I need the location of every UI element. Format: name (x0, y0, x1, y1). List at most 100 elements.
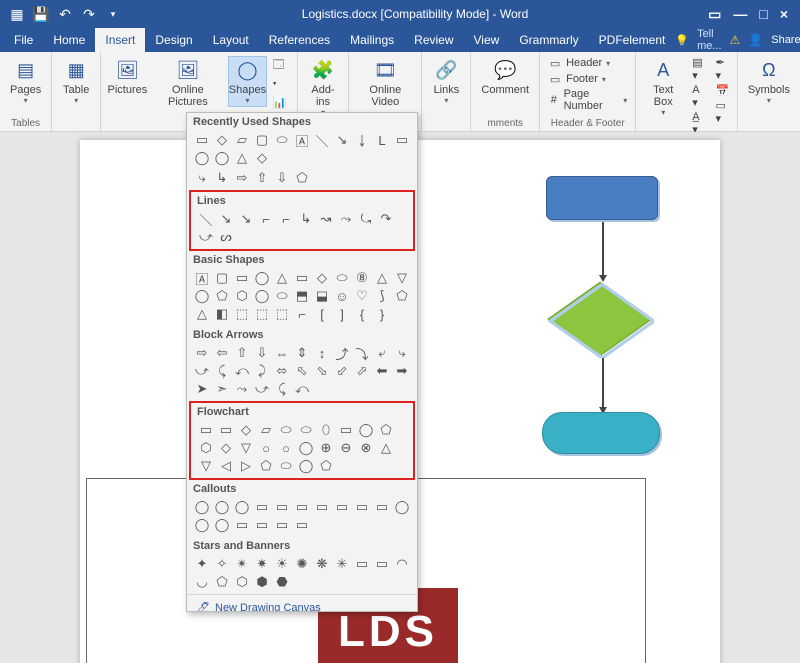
shape-option[interactable]: ↘ (237, 211, 255, 227)
shape-option[interactable]: △ (377, 440, 395, 456)
flowchart-decision-shape[interactable] (546, 280, 654, 358)
smartart-icon[interactable]: 🗔 ▾ (273, 56, 291, 94)
shape-option[interactable]: ⬡ (197, 440, 215, 456)
new-drawing-canvas[interactable]: 🖊 New Drawing Canvas (187, 594, 417, 612)
shape-option[interactable]: ✦ (193, 556, 211, 572)
shape-option[interactable]: ⤵ (353, 345, 371, 361)
shape-option[interactable]: ◯ (233, 499, 251, 515)
shape-option[interactable]: 🄰 (193, 270, 211, 286)
shape-option[interactable]: ⬠ (213, 288, 231, 304)
tab-design[interactable]: Design (145, 28, 202, 52)
shape-option[interactable]: △ (193, 306, 211, 322)
shape-option[interactable]: { (353, 306, 371, 322)
tab-file[interactable]: File (4, 28, 43, 52)
page-number-button[interactable]: #Page Number▾ (546, 88, 629, 112)
shape-option[interactable]: ▭ (233, 270, 251, 286)
shape-option[interactable]: 🄰 (293, 132, 311, 148)
shape-option[interactable]: ◇ (217, 440, 235, 456)
tab-pdfelement[interactable]: PDFelement (589, 28, 676, 52)
shape-option[interactable]: ▱ (257, 422, 275, 438)
shape-option[interactable]: ❋ (313, 556, 331, 572)
shape-option[interactable]: } (373, 306, 391, 322)
shape-option[interactable]: ⇧ (253, 170, 271, 186)
addins-button[interactable]: 🧩 Add-ins ▾ (304, 56, 343, 119)
shape-option[interactable]: ✴ (233, 556, 251, 572)
shape-option[interactable]: ⊕ (317, 440, 335, 456)
shape-option[interactable]: ⬃ (333, 363, 351, 379)
tab-grammarly[interactable]: Grammarly (509, 28, 588, 52)
shape-option[interactable]: [ (313, 306, 331, 322)
shape-option[interactable]: ▽ (393, 270, 411, 286)
shape-option[interactable]: ⤻ (197, 229, 215, 245)
shape-option[interactable]: ⤷ (193, 170, 211, 186)
shape-option[interactable]: ➤ (193, 381, 211, 397)
shape-option[interactable]: ▭ (353, 499, 371, 515)
shape-option[interactable]: ⬭ (277, 422, 295, 438)
shape-option[interactable]: ▭ (293, 499, 311, 515)
shape-option[interactable]: ◇ (237, 422, 255, 438)
tab-review[interactable]: Review (404, 28, 463, 52)
shape-option[interactable]: ▭ (393, 132, 411, 148)
shape-option[interactable]: L (373, 132, 391, 148)
shape-option[interactable]: ⤸ (253, 363, 271, 379)
shape-option[interactable]: ⬭ (273, 132, 291, 148)
shape-option[interactable]: ↳ (297, 211, 315, 227)
shape-option[interactable]: ▭ (193, 132, 211, 148)
shape-option[interactable]: ⬀ (353, 363, 371, 379)
save-icon[interactable]: 💾 (32, 5, 50, 23)
shape-option[interactable]: ⬚ (273, 306, 291, 322)
shape-option[interactable]: ▭ (293, 517, 311, 533)
shape-option[interactable]: ◯ (213, 517, 231, 533)
tab-references[interactable]: References (259, 28, 340, 52)
shape-option[interactable]: ⬭ (333, 270, 351, 286)
shape-option[interactable]: ▭ (197, 422, 215, 438)
share-button[interactable]: Share (771, 34, 800, 46)
shape-row[interactable]: 🄰▢▭◯△▭◇⬭⑧△▽◯⬠⬡◯⬭⬒⬓☺♡⟆⬠△◧⬚⬚⬚⌐[]{} (193, 268, 411, 324)
shape-option[interactable]: ◯ (393, 499, 411, 515)
tellme-icon[interactable]: 💡 (675, 34, 689, 47)
shape-option[interactable]: ⌐ (293, 306, 311, 322)
tab-home[interactable]: Home (43, 28, 95, 52)
shape-option[interactable]: ◯ (213, 499, 231, 515)
shape-option[interactable]: ⬭ (297, 422, 315, 438)
shape-option[interactable]: ◯ (297, 458, 315, 474)
shape-option[interactable]: ↷ (377, 211, 395, 227)
shape-option[interactable]: ⑧ (353, 270, 371, 286)
shape-option[interactable]: ⇧ (233, 345, 251, 361)
qat-dropdown-icon[interactable]: ▾ (104, 5, 122, 23)
flowchart-process-shape[interactable] (546, 176, 658, 220)
shape-option[interactable]: ⇩ (253, 345, 271, 361)
shape-option[interactable]: ◇ (213, 132, 231, 148)
shape-option[interactable]: ⬂ (313, 363, 331, 379)
shape-option[interactable]: ⬠ (213, 574, 231, 590)
shape-option[interactable]: ⤹ (213, 363, 231, 379)
tab-layout[interactable]: Layout (203, 28, 259, 52)
shape-option[interactable]: ＼ (313, 132, 331, 148)
shape-option[interactable]: ✧ (213, 556, 231, 572)
shape-row[interactable]: ＼↘↘⌐⌐↳↝⤳⤿↷⤻ᔕ (197, 209, 407, 247)
shape-option[interactable]: ◧ (213, 306, 231, 322)
shape-option[interactable]: ◇ (313, 270, 331, 286)
shape-option[interactable]: ⇨ (193, 345, 211, 361)
footer-button[interactable]: ▭Footer▾ (546, 72, 629, 86)
close-button[interactable]: × (780, 6, 788, 23)
shape-option[interactable]: ⤶ (373, 345, 391, 361)
shape-option[interactable]: ⬠ (257, 458, 275, 474)
shape-option[interactable]: ◯ (213, 150, 231, 166)
shape-option[interactable]: ◇ (253, 150, 271, 166)
shape-option[interactable]: ▭ (233, 517, 251, 533)
shape-option[interactable]: ✷ (253, 556, 271, 572)
links-button[interactable]: 🔗 Links ▾ (428, 56, 464, 107)
shape-row[interactable]: ✦✧✴✷☀✺❋✳▭▭◠◡⬠⬡⬢⬣ (193, 554, 411, 592)
shape-option[interactable]: ↝ (317, 211, 335, 227)
share-icon[interactable]: 👤 (748, 33, 763, 47)
shape-option[interactable]: ◯ (253, 270, 271, 286)
wordart-icon[interactable]: A ▾ (692, 84, 707, 109)
shape-option[interactable]: ↳ (213, 170, 231, 186)
shape-option[interactable]: ⊖ (337, 440, 355, 456)
tab-insert[interactable]: Insert (95, 28, 145, 52)
tab-view[interactable]: View (464, 28, 510, 52)
shape-row[interactable]: ▭▭◇▱⬭⬭⬯▭◯⬠⬡◇▽○○◯⊕⊖⊗△▽◁▷⬠⬭◯⬠ (197, 420, 407, 476)
shape-option[interactable]: ↕ (313, 345, 331, 361)
shape-option[interactable]: ⬠ (393, 288, 411, 304)
